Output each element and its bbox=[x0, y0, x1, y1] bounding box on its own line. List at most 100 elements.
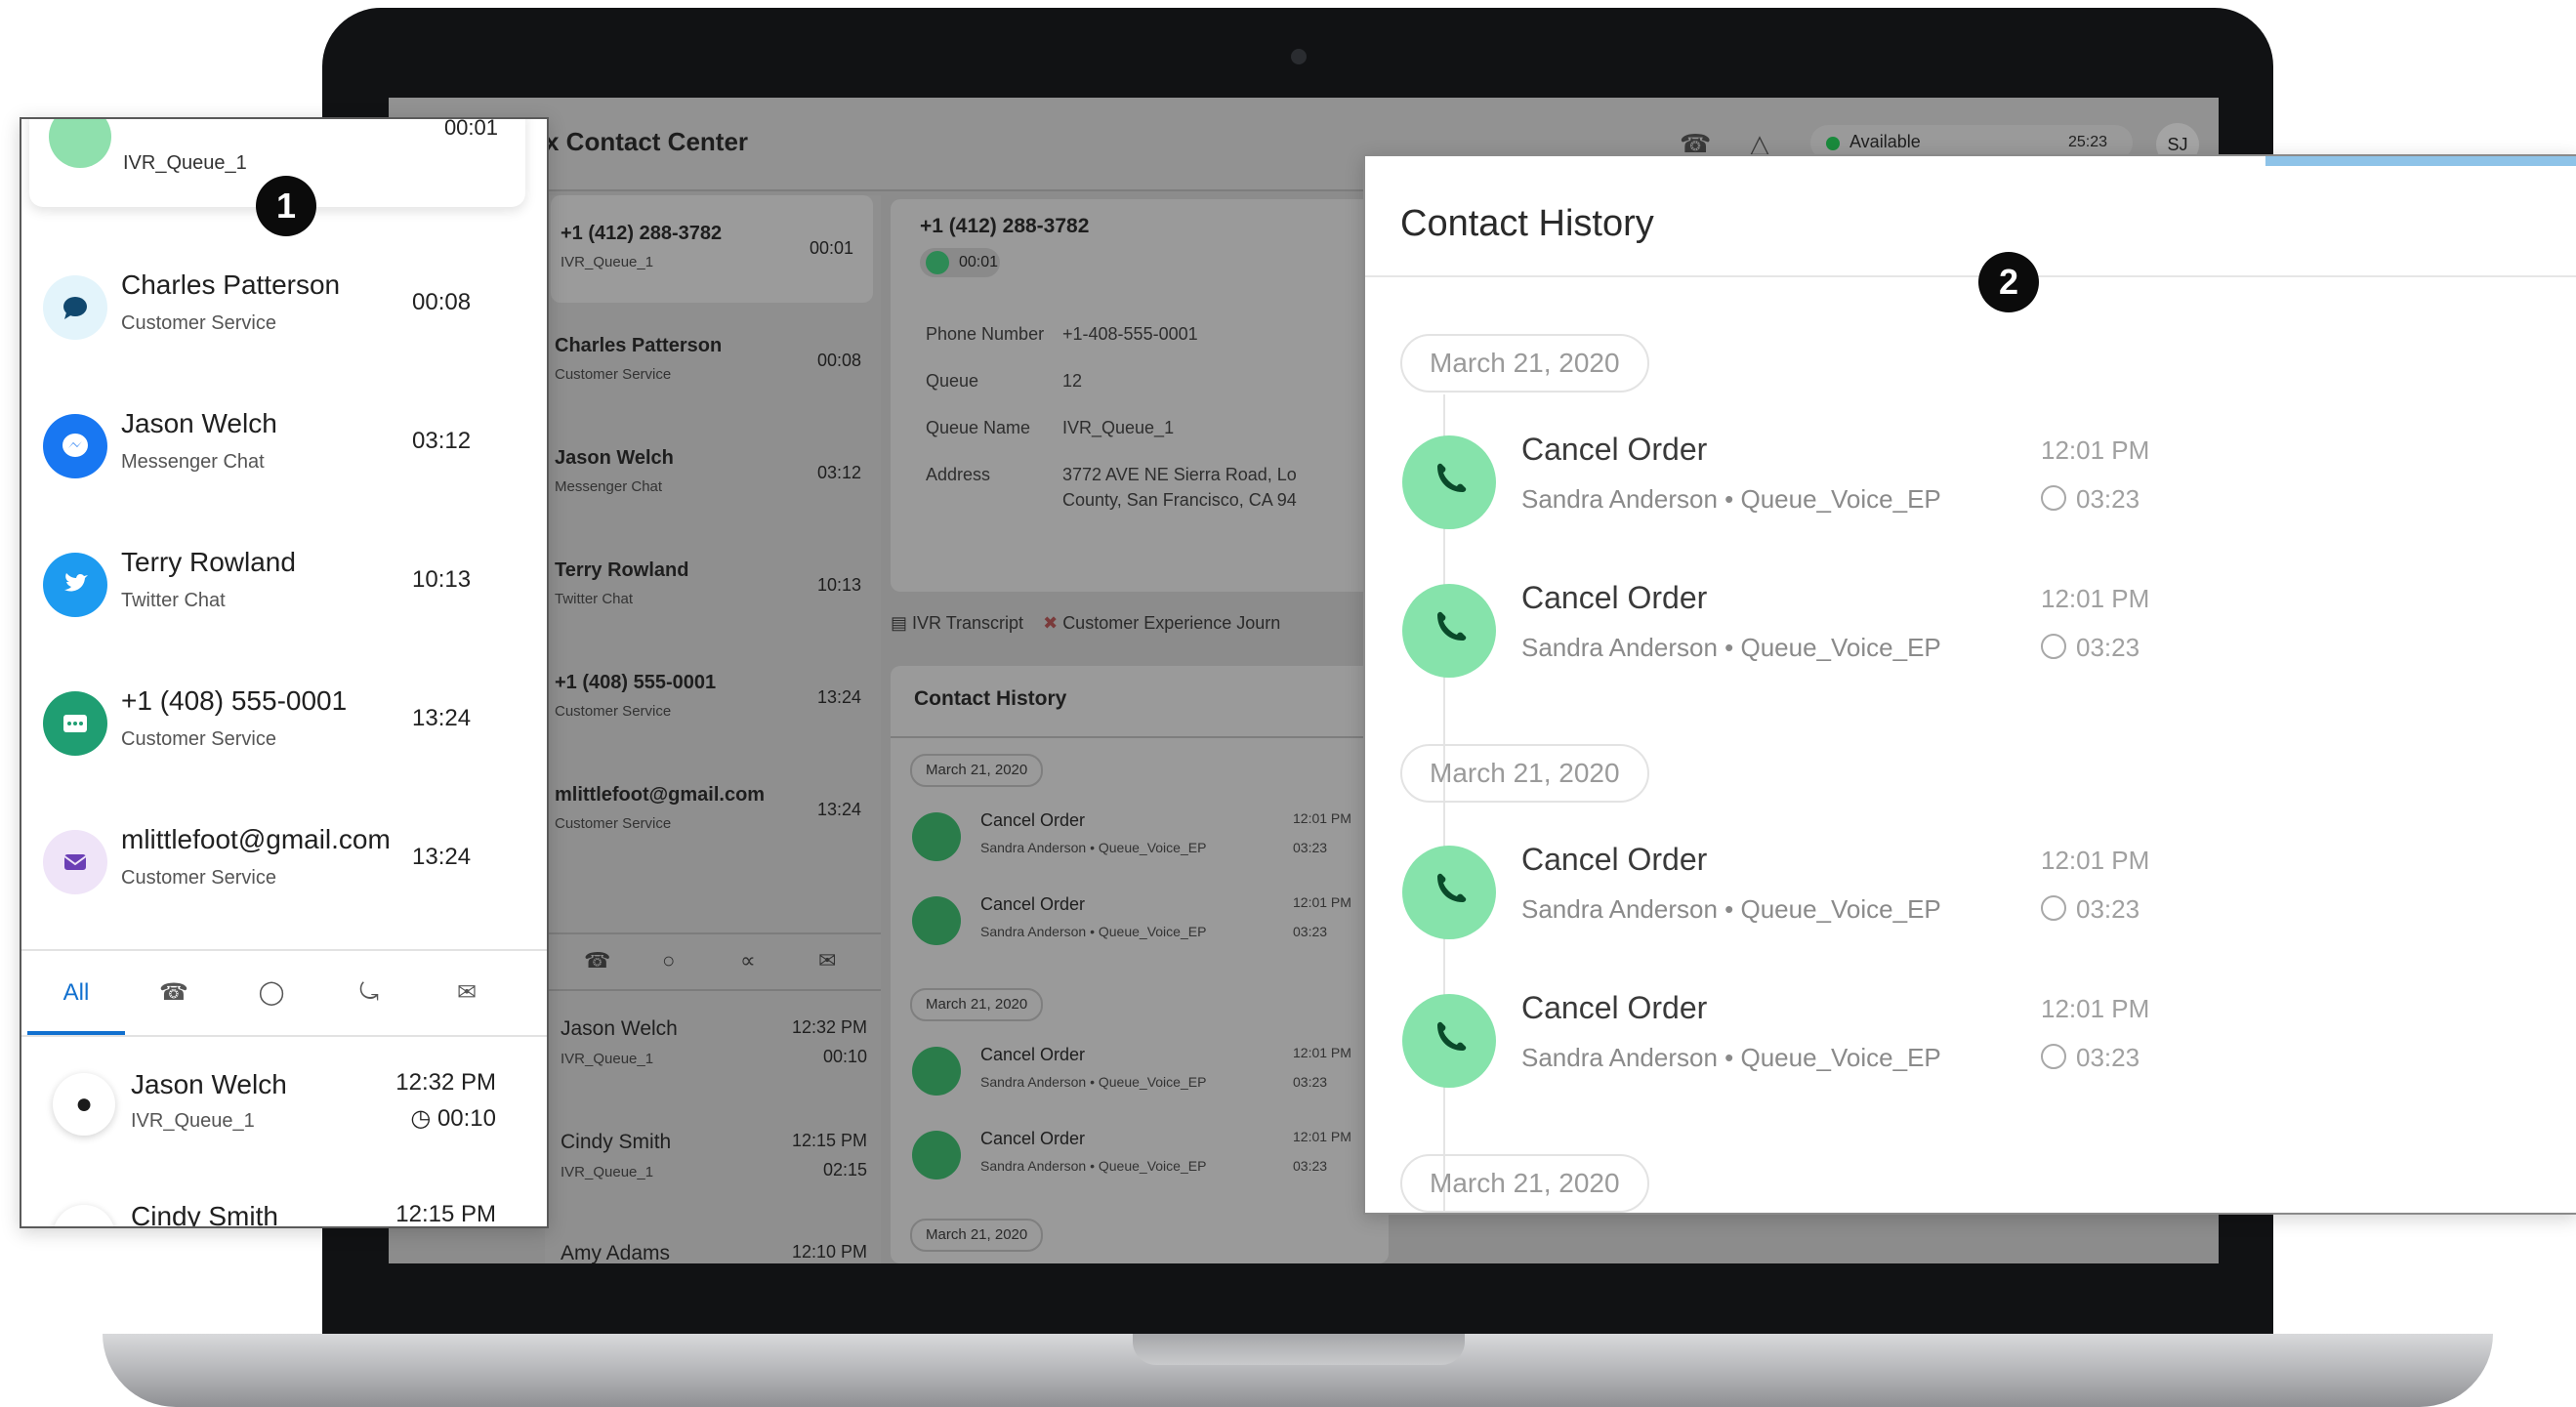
task-time: 00:08 bbox=[412, 289, 472, 315]
chat-icon bbox=[43, 275, 107, 340]
email-icon[interactable]: ✉ bbox=[418, 951, 516, 1035]
date-chip: March 21, 2020 bbox=[1400, 334, 1649, 393]
entry-duration: 03:23 bbox=[2041, 484, 2140, 515]
task-name: Jason Welch bbox=[555, 447, 674, 469]
task-item[interactable]: +1 (408) 555-0001 Customer Service 13:24 bbox=[21, 652, 547, 791]
call-details-card: +1 (412) 288-3782 00:01 Phone Number +1-… bbox=[891, 199, 1389, 592]
task-time: 03:12 bbox=[412, 428, 472, 454]
messenger-icon bbox=[43, 414, 107, 478]
task-sub: Customer Service bbox=[121, 728, 276, 750]
phone-icon bbox=[1402, 846, 1496, 939]
recent-name: Jason Welch bbox=[131, 1069, 287, 1099]
entry-title: Cancel Order bbox=[1521, 432, 1708, 467]
task-item[interactable]: Jason Welch Messenger Chat 03:12 bbox=[21, 375, 547, 514]
task-item[interactable]: Charles Patterson Customer Service 00:08 bbox=[21, 236, 547, 375]
recent-time: 12:10 PM bbox=[791, 1242, 867, 1262]
chat-icon[interactable]: ◯ bbox=[223, 951, 320, 1035]
task-name: Terry Rowland bbox=[121, 547, 296, 577]
task-time: 13:24 bbox=[412, 844, 472, 870]
recent-sub: IVR_Queue_1 bbox=[561, 1051, 654, 1067]
recent-name: Jason Welch bbox=[561, 1017, 678, 1040]
tab-customer-journey[interactable]: Customer Experience Journ bbox=[1062, 613, 1280, 633]
history-entry[interactable]: Cancel Order Sandra Anderson • Queue_Voi… bbox=[912, 803, 1371, 877]
task-time: 00:08 bbox=[816, 351, 861, 370]
phone-icon[interactable]: ☎ bbox=[125, 951, 223, 1035]
phone-icon bbox=[912, 1047, 961, 1096]
history-entry[interactable]: Cancel Order Sandra Anderson • Queue_Voi… bbox=[912, 1037, 1371, 1111]
task-item[interactable]: mlittlefoot@gmail.com Customer Service 1… bbox=[545, 757, 881, 864]
field-value: IVR_Queue_1 bbox=[1062, 418, 1175, 437]
recent-item[interactable]: ● Cindy Smith 12:15 PM bbox=[21, 1174, 547, 1227]
clock-icon bbox=[2041, 1044, 2066, 1069]
dim-filter-tabs: ☎ ○ ∝ ✉ bbox=[545, 932, 881, 991]
task-name: Charles Patterson bbox=[121, 269, 341, 300]
entry-title: Cancel Order bbox=[980, 1129, 1086, 1148]
task-name: +1 (412) 288-3782 bbox=[561, 223, 723, 244]
field-value: 12 bbox=[1062, 371, 1083, 391]
tab-all[interactable]: All bbox=[27, 951, 125, 1035]
task-item[interactable]: +1 (412) 288-3782 IVR_Queue_1 00:01 bbox=[551, 195, 873, 303]
clock-icon bbox=[2041, 485, 2066, 511]
entry-sub: Sandra Anderson • Queue_Voice_EP bbox=[1521, 633, 1941, 662]
task-item[interactable]: Terry Rowland Twitter Chat 10:13 bbox=[21, 514, 547, 652]
app-title: x Contact Center bbox=[545, 127, 749, 156]
share-icon[interactable]: ⤿ bbox=[320, 951, 418, 1035]
zoom-panel-task-list: IVR_Queue_1 00:01 Charles Patterson Cust… bbox=[20, 117, 549, 1228]
phone-icon bbox=[926, 251, 949, 274]
call-timer-pill: 00:01 bbox=[920, 248, 1000, 277]
entry-duration: 03:23 bbox=[1293, 1074, 1328, 1090]
field-key: Phone Number bbox=[926, 324, 1045, 344]
task-time: 03:12 bbox=[816, 463, 861, 482]
task-item[interactable]: Charles Patterson Customer Service 00:08 bbox=[545, 308, 881, 415]
task-name: +1 (408) 555-0001 bbox=[555, 672, 717, 693]
recent-item[interactable]: Cindy Smith IVR_Queue_1 12:15 PM 02:15 bbox=[551, 1109, 873, 1217]
recent-item[interactable]: Amy Adams 12:10 PM bbox=[551, 1221, 873, 1263]
phone-icon[interactable]: ☎ bbox=[584, 948, 610, 973]
share-icon[interactable]: ∝ bbox=[740, 948, 756, 973]
entry-title: Cancel Order bbox=[1521, 842, 1708, 877]
recent-time: 12:15 PM bbox=[395, 1201, 496, 1227]
tab-ivr-transcript[interactable]: IVR Transcript bbox=[912, 613, 1023, 633]
entry-time: 12:01 PM bbox=[1293, 894, 1351, 910]
recent-duration: 02:15 bbox=[822, 1160, 867, 1179]
recent-sub: IVR_Queue_1 bbox=[131, 1110, 255, 1132]
entry-title: Cancel Order bbox=[1521, 990, 1708, 1025]
entry-sub: Sandra Anderson • Queue_Voice_EP bbox=[980, 924, 1207, 939]
history-entry[interactable]: Cancel Order Sandra Anderson • Queue_Voi… bbox=[1402, 414, 2535, 541]
task-name: Jason Welch bbox=[121, 408, 277, 438]
history-entry[interactable]: Cancel Order Sandra Anderson • Queue_Voi… bbox=[1402, 972, 2535, 1099]
status-dot bbox=[1826, 137, 1840, 150]
field-key: Queue Name bbox=[926, 418, 1031, 437]
zoom-panel-contact-history: Contact History March 21, 2020 Cancel Or… bbox=[1363, 154, 2576, 1215]
recent-sub: IVR_Queue_1 bbox=[561, 1164, 654, 1180]
task-name: mlittlefoot@gmail.com bbox=[555, 784, 766, 806]
chat-icon[interactable]: ○ bbox=[662, 948, 675, 973]
date-chip: March 21, 2020 bbox=[910, 1219, 1044, 1252]
field-key: Address bbox=[926, 465, 991, 484]
task-item[interactable]: +1 (408) 555-0001 Customer Service 13:24 bbox=[545, 644, 881, 752]
filter-tabs: All ☎ ◯ ⤿ ✉ bbox=[21, 949, 547, 1037]
laptop-notch bbox=[1133, 1334, 1465, 1365]
date-chip: March 21, 2020 bbox=[1400, 744, 1649, 803]
email-icon[interactable]: ✉ bbox=[818, 948, 836, 973]
task-item[interactable]: Terry Rowland Twitter Chat 10:13 bbox=[545, 532, 881, 640]
task-name: Charles Patterson bbox=[555, 335, 723, 356]
task-sub: IVR_Queue_1 bbox=[123, 152, 247, 174]
history-entry[interactable]: Cancel Order Sandra Anderson • Queue_Voi… bbox=[912, 887, 1371, 961]
history-entry[interactable]: Cancel Order Sandra Anderson • Queue_Voi… bbox=[1402, 562, 2535, 689]
task-sub: Customer Service bbox=[555, 815, 672, 832]
entry-duration-value: 03:23 bbox=[2076, 1043, 2140, 1072]
entry-time: 12:01 PM bbox=[2041, 584, 2150, 613]
date-chip: March 21, 2020 bbox=[910, 988, 1044, 1021]
history-entry[interactable]: Cancel Order Sandra Anderson • Queue_Voi… bbox=[912, 1121, 1371, 1195]
history-entry[interactable]: Cancel Order Sandra Anderson • Queue_Voi… bbox=[1402, 824, 2535, 951]
recent-item[interactable]: Jason Welch IVR_Queue_1 12:32 PM 00:10 bbox=[551, 996, 873, 1103]
task-item[interactable]: Jason Welch Messenger Chat 03:12 bbox=[545, 420, 881, 527]
task-sub: Customer Service bbox=[555, 366, 672, 383]
recent-duration-value: 00:10 bbox=[436, 1105, 496, 1132]
callout-badge-2: 2 bbox=[1978, 252, 2039, 312]
recent-item[interactable]: ● Jason Welch IVR_Queue_1 12:32 PM ◷ 00:… bbox=[21, 1042, 547, 1159]
task-name: mlittlefoot@gmail.com bbox=[121, 824, 391, 854]
task-sub: Messenger Chat bbox=[555, 478, 663, 495]
task-item[interactable]: mlittlefoot@gmail.com Customer Service 1… bbox=[21, 791, 547, 930]
